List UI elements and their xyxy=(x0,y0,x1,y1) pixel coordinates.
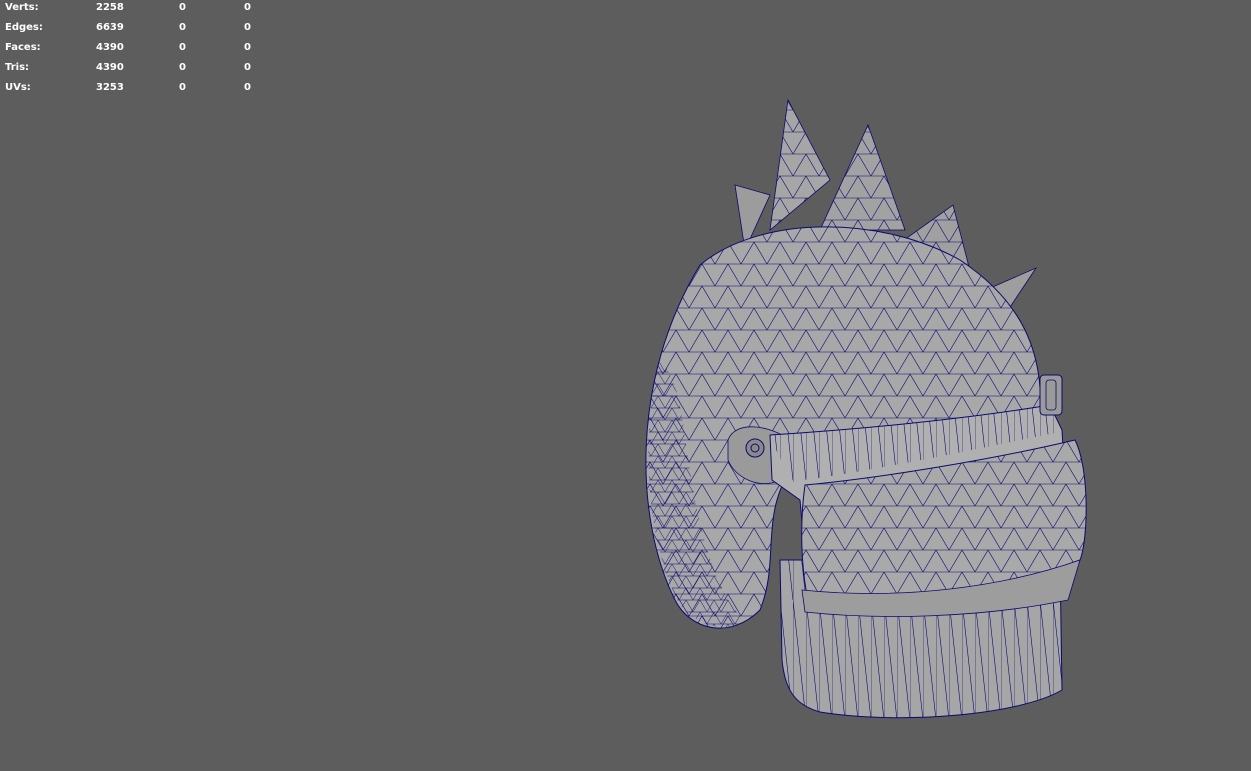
hud-value-components: 0 xyxy=(244,22,251,33)
hud-label: Tris: xyxy=(5,62,30,73)
hud-value-selected: 0 xyxy=(179,62,186,73)
hud-value-object: 4390 xyxy=(96,62,124,73)
hud-label: Edges: xyxy=(5,22,43,33)
hud-value-components: 0 xyxy=(244,42,251,53)
hud-value-components: 0 xyxy=(244,82,251,93)
3d-viewport[interactable]: Verts: 2258 0 0 Edges: 6639 0 0 Faces: 4… xyxy=(0,0,1251,771)
hud-value-object: 2258 xyxy=(96,2,124,13)
hud-label: Faces: xyxy=(5,42,41,53)
hud-value-selected: 0 xyxy=(179,42,186,53)
hud-value-object: 6639 xyxy=(96,22,124,33)
hud-value-selected: 0 xyxy=(179,22,186,33)
visor-band xyxy=(769,404,1087,617)
visor-clip xyxy=(1039,374,1063,416)
hud-label: UVs: xyxy=(5,82,31,93)
hud-label: Verts: xyxy=(5,2,39,13)
hud-value-components: 0 xyxy=(244,62,251,73)
helmet-wireframe-model[interactable] xyxy=(620,90,1100,730)
hud-value-selected: 0 xyxy=(179,82,186,93)
hud-value-object: 4390 xyxy=(96,42,124,53)
hud-value-components: 0 xyxy=(244,2,251,13)
hud-value-object: 3253 xyxy=(96,82,124,93)
hud-value-selected: 0 xyxy=(179,2,186,13)
